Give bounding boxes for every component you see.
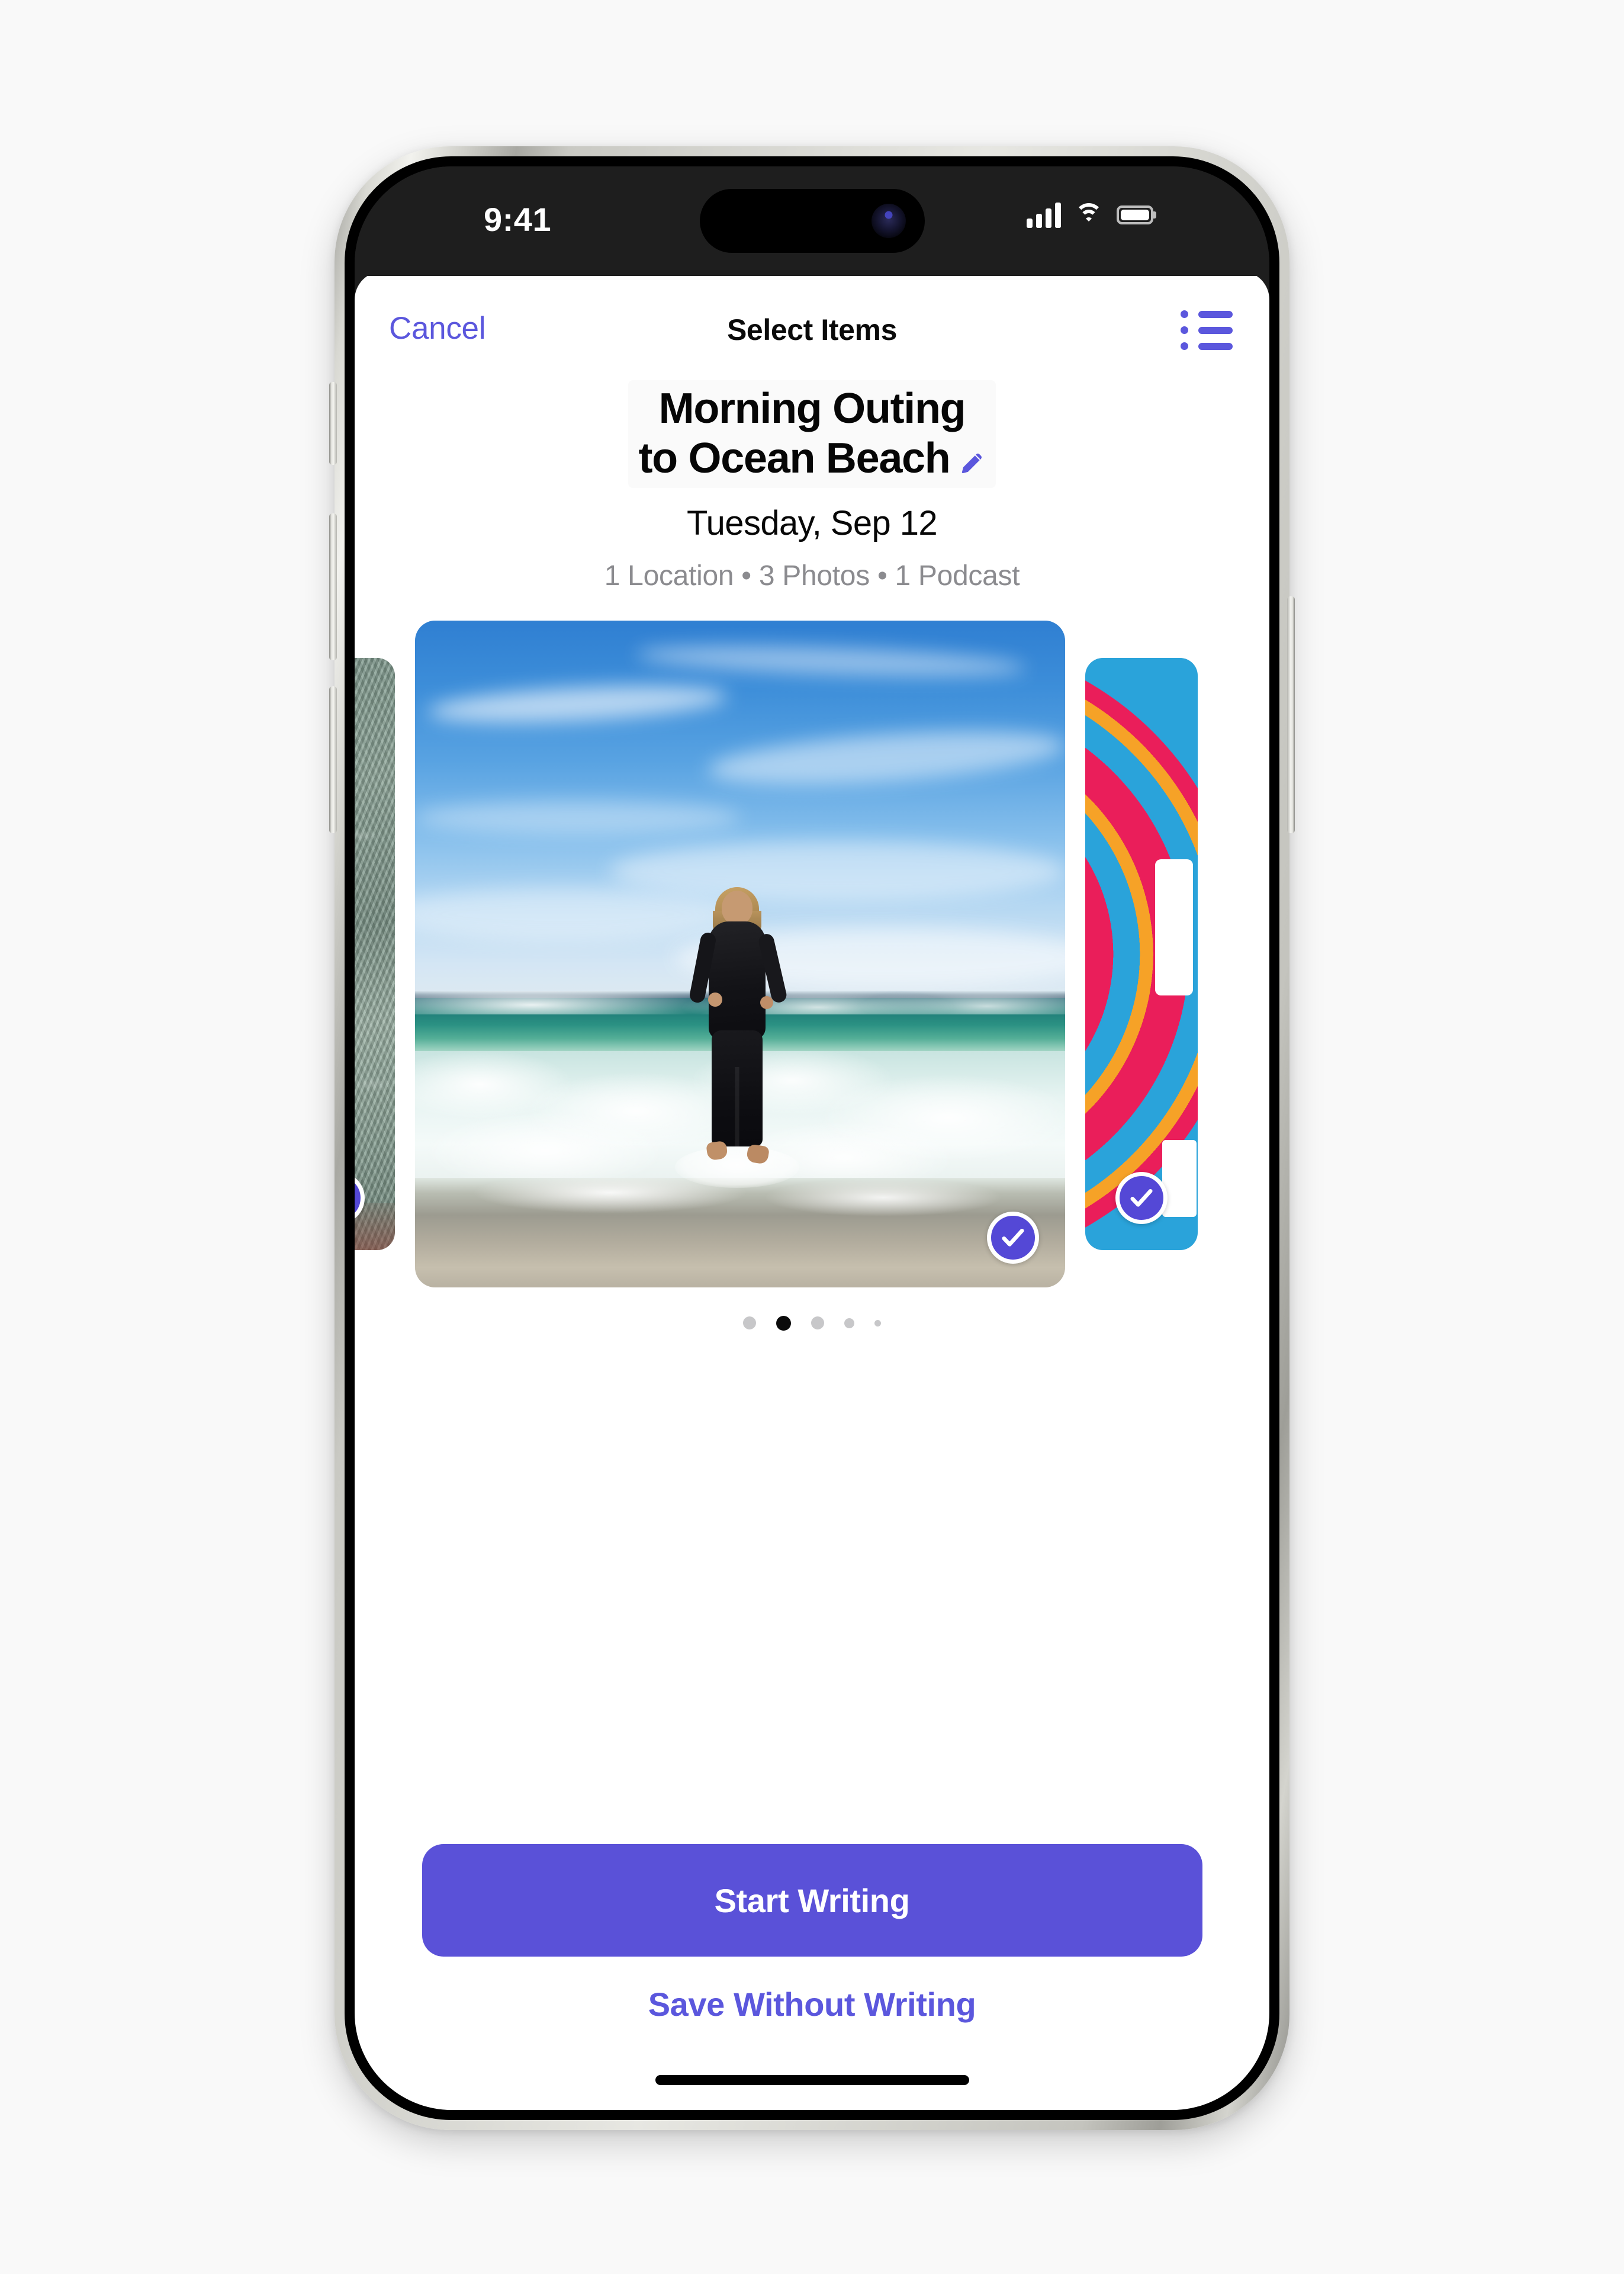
entry-title-field[interactable]: Morning Outing to Ocean Beach bbox=[628, 380, 996, 489]
page-dot[interactable] bbox=[844, 1318, 854, 1328]
podcast-card-artwork[interactable] bbox=[1085, 658, 1198, 1251]
check-icon bbox=[1002, 1229, 1024, 1247]
battery-icon bbox=[1117, 205, 1153, 224]
cancel-button[interactable]: Cancel bbox=[389, 310, 485, 346]
page-dot[interactable] bbox=[811, 1316, 824, 1330]
action-button[interactable] bbox=[329, 382, 337, 465]
list-icon-row bbox=[1181, 310, 1233, 318]
power-button[interactable] bbox=[1287, 596, 1295, 833]
page-dot[interactable] bbox=[743, 1316, 756, 1330]
list-bullet-line bbox=[1198, 342, 1233, 350]
page-title: Select Items bbox=[726, 313, 898, 346]
list-icon-row bbox=[1181, 342, 1233, 350]
entry-title-line-1: Morning Outing bbox=[658, 385, 966, 432]
wifi-icon bbox=[1074, 203, 1104, 227]
list-bullet-dot bbox=[1181, 342, 1188, 350]
photo-cloud bbox=[415, 801, 740, 834]
runner-head bbox=[721, 891, 752, 926]
iphone-device-frame: 9:41 Cancel Select Items Morning Outing … bbox=[329, 146, 1295, 2130]
photo-card-beach-runner[interactable] bbox=[415, 621, 1065, 1288]
screenshot-canvas: 9:41 Cancel Select Items Morning Outing … bbox=[0, 0, 1624, 2274]
start-writing-button[interactable]: Start Writing bbox=[422, 1844, 1202, 1957]
entry-title-line-2: to Ocean Beach bbox=[638, 435, 951, 483]
page-dot-active[interactable] bbox=[776, 1315, 791, 1331]
volume-up-button[interactable] bbox=[329, 513, 337, 660]
home-indicator[interactable] bbox=[655, 2075, 969, 2085]
list-bullet-line bbox=[1198, 326, 1233, 334]
entry-header: Morning Outing to Ocean Beach Tuesday, Se… bbox=[355, 365, 1269, 592]
carousel-page-indicator[interactable] bbox=[355, 1311, 1269, 1335]
runner-torso bbox=[708, 921, 766, 1040]
carousel-track[interactable] bbox=[355, 619, 1198, 1289]
photo-runner-figure bbox=[674, 887, 799, 1189]
selection-check-badge[interactable] bbox=[1115, 1172, 1168, 1225]
photo-sand bbox=[415, 1177, 1065, 1288]
list-bullet-dot bbox=[1181, 326, 1188, 334]
front-camera-icon bbox=[871, 204, 906, 238]
rock-photo-image bbox=[355, 658, 395, 1251]
status-bar: 9:41 bbox=[355, 166, 1269, 276]
status-bar-indicators bbox=[1027, 202, 1153, 228]
photo-cloud bbox=[610, 841, 1065, 901]
check-icon bbox=[1130, 1189, 1153, 1207]
runner-legs bbox=[711, 1030, 763, 1147]
list-icon-row bbox=[1181, 326, 1233, 334]
save-without-writing-button[interactable]: Save Without Writing bbox=[648, 1985, 976, 2024]
footer-action-group: Start Writing Save Without Writing bbox=[355, 1844, 1269, 2024]
pencil-icon[interactable] bbox=[958, 437, 985, 474]
selection-check-badge[interactable] bbox=[987, 1212, 1039, 1264]
podcast-letter-glyph bbox=[1155, 859, 1193, 996]
photo-card-rock[interactable] bbox=[355, 658, 395, 1251]
podcast-letter-glyph bbox=[1162, 1140, 1197, 1218]
select-items-sheet: Cancel Select Items Morning Outing to Oc… bbox=[355, 271, 1269, 2110]
entry-metadata: 1 Location • 3 Photos • 1 Podcast bbox=[604, 560, 1020, 592]
navigation-bar: Cancel Select Items bbox=[355, 271, 1269, 365]
podcast-cover-image bbox=[1085, 658, 1198, 1251]
runner-hand-right bbox=[760, 996, 773, 1010]
beach-runner-photo-image bbox=[415, 621, 1065, 1288]
bulleted-list-icon[interactable] bbox=[1181, 308, 1234, 352]
cellular-signal-icon bbox=[1027, 202, 1061, 228]
dynamic-island bbox=[699, 189, 925, 253]
device-screen: 9:41 Cancel Select Items Morning Outing … bbox=[355, 166, 1269, 2110]
status-bar-time: 9:41 bbox=[484, 201, 552, 238]
items-carousel[interactable] bbox=[355, 619, 1269, 1289]
list-bullet-dot bbox=[1181, 310, 1188, 318]
page-dot[interactable] bbox=[874, 1319, 881, 1326]
list-bullet-line bbox=[1198, 310, 1233, 318]
runner-hand-left bbox=[708, 993, 722, 1007]
battery-fill bbox=[1121, 210, 1149, 220]
volume-down-button[interactable] bbox=[329, 686, 337, 833]
entry-date: Tuesday, Sep 12 bbox=[686, 504, 938, 543]
runner-water-splash bbox=[674, 1146, 799, 1189]
